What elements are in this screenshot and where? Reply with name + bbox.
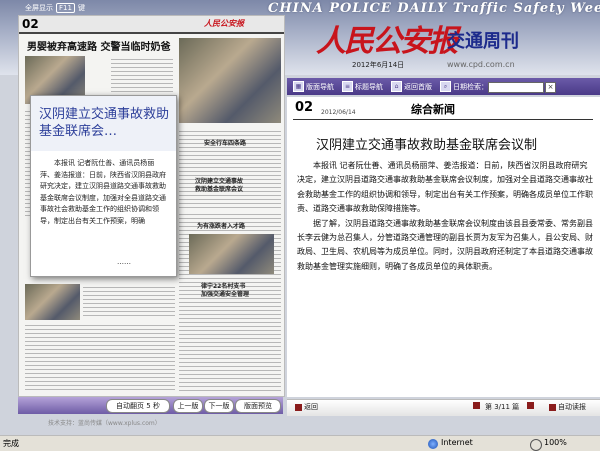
layout-nav-button[interactable]: ▦ 版面导航 <box>293 80 334 93</box>
zoom-icon[interactable] <box>530 439 542 451</box>
side-headline[interactable]: 加强交通安全管理 <box>201 289 249 298</box>
banner-english-title: CHINA POLICE DAILY Traffic Safety Weekly <box>268 1 600 16</box>
page-headline[interactable]: 男婴被弃高速路 交警当临时奶爸 <box>27 38 170 53</box>
back-home-button[interactable]: ⌂ 返回首版 <box>391 80 432 93</box>
article-date: 2012/06/14 <box>321 109 356 116</box>
newspaper-logo: 人民公安报 <box>316 24 458 59</box>
article-view: 02 2012/06/14 综合新闻 汉阴建立交通事故救助基金联席会议制 本报讯… <box>287 97 600 397</box>
fullscreen-suffix: 键 <box>77 4 85 12</box>
side-headline[interactable]: 救助基金联席会议 <box>195 184 243 193</box>
page-preview-button[interactable]: 版面预览 <box>235 399 281 413</box>
popup-body: 本报讯 记者阮仕善、通讯员杨丽萍、姜浩报道：日前，陕西省汉阴县政府研究决定，建立… <box>40 159 166 225</box>
auto-read-button[interactable]: 自动读报 <box>549 402 586 412</box>
page-masthead: 02 人民公安报 <box>19 16 284 34</box>
article-body: 本报讯 记者阮仕善、通讯员杨丽萍、姜浩报道：日前，陕西省汉阴县政府研究决定，建立… <box>297 159 593 274</box>
zoom-level[interactable]: 100% <box>544 438 567 447</box>
browser-status-bar: 完成 Internet 100% <box>0 435 600 451</box>
article-column[interactable] <box>83 284 175 319</box>
news-photo[interactable] <box>25 284 80 320</box>
issue-date: 2012年6月14日 <box>352 61 405 69</box>
fullscreen-label: 全屏显示 <box>25 4 53 12</box>
article-paragraph: 本报讯 记者阮仕善、通讯员杨丽萍、姜浩报道：日前，陕西省汉阴县政府研究决定，建立… <box>297 161 593 214</box>
home-icon: ⌂ <box>391 81 402 92</box>
auto-flip-interval[interactable]: 5 <box>146 402 150 410</box>
close-icon[interactable]: × <box>545 82 556 93</box>
page-number: 02 <box>22 17 39 31</box>
prev-page-button[interactable]: 上一版 <box>173 399 203 413</box>
popup-more[interactable]: …… <box>117 258 131 266</box>
date-search-label: ⌕ 日期检索： <box>440 80 488 93</box>
auto-flip-label: 自动翻页 <box>116 402 145 410</box>
side-headline[interactable]: 为有涨跌者入才路 <box>197 221 245 230</box>
back-label: 返回 <box>304 403 318 411</box>
article-preview-popup[interactable]: 汉阴建立交通事故救助基金联席会… 本报讯 记者阮仕善、通讯员杨丽萍、姜浩报道：日… <box>30 95 177 277</box>
divider <box>293 119 593 120</box>
page-nav-bar: 自动翻页 5 秒 上一版 下一版 版面预览 <box>18 397 283 414</box>
title-nav-icon: ≡ <box>342 81 353 92</box>
back-button[interactable]: 返回 <box>295 402 318 412</box>
auto-read-icon <box>549 403 556 411</box>
side-headline[interactable]: 安全行车四条路 <box>204 138 246 147</box>
back-icon <box>295 403 302 411</box>
next-page-button[interactable]: 下一版 <box>204 399 234 413</box>
tech-support-note: 技术支持：蓝尚传媒（www.xplus.com） <box>48 420 161 427</box>
article-section: 综合新闻 <box>411 103 455 116</box>
auto-flip-control[interactable]: 自动翻页 5 秒 <box>106 399 170 413</box>
article-column[interactable] <box>25 322 175 392</box>
next-arrow-icon <box>527 402 534 409</box>
page-masthead-logo: 人民公安报 <box>204 19 244 28</box>
auto-flip-unit: 秒 <box>152 402 160 410</box>
fullscreen-hint: 全屏显示 F11 键 <box>25 2 85 14</box>
internet-zone-icon <box>428 439 438 449</box>
prev-arrow-icon <box>473 402 480 409</box>
fullscreen-key: F11 <box>56 3 75 13</box>
status-text: 完成 <box>3 439 19 448</box>
date-search-input[interactable] <box>488 82 544 93</box>
site-url: www.cpd.com.cn <box>447 60 515 69</box>
auto-read-label: 自动读报 <box>558 403 586 411</box>
article-paragraph: 据了解，汉阴县道路交通事故救助基金联席会议制度由该县县委常委、常务副县长李云健为… <box>297 218 593 271</box>
news-photo[interactable] <box>179 38 281 123</box>
prev-article-button[interactable] <box>473 402 480 409</box>
popup-title[interactable]: 汉阴建立交通事故救助基金联席会… <box>39 106 174 140</box>
back-home-label: 返回首版 <box>404 82 432 91</box>
title-nav-button[interactable]: ≡ 标题导航 <box>342 80 383 93</box>
article-page-info: 第 3/11 篇 <box>485 403 520 411</box>
layout-nav-icon: ▦ <box>293 81 304 92</box>
title-nav-label: 标题导航 <box>355 82 383 91</box>
layout-nav-label: 版面导航 <box>306 82 334 91</box>
search-icon: ⌕ <box>440 81 451 92</box>
supplement-name: 交通周刊 <box>447 31 519 52</box>
news-photo[interactable] <box>189 234 274 274</box>
article-page-number: 02 <box>295 100 314 115</box>
article-nav-bar: 返回 第 3/11 篇 自动读报 <box>287 399 600 416</box>
date-search-text: 日期检索： <box>453 82 488 91</box>
next-article-button[interactable] <box>527 402 534 409</box>
security-zone: Internet <box>441 438 473 447</box>
article-title: 汉阴建立交通事故救助基金联席会议制 <box>316 138 538 153</box>
